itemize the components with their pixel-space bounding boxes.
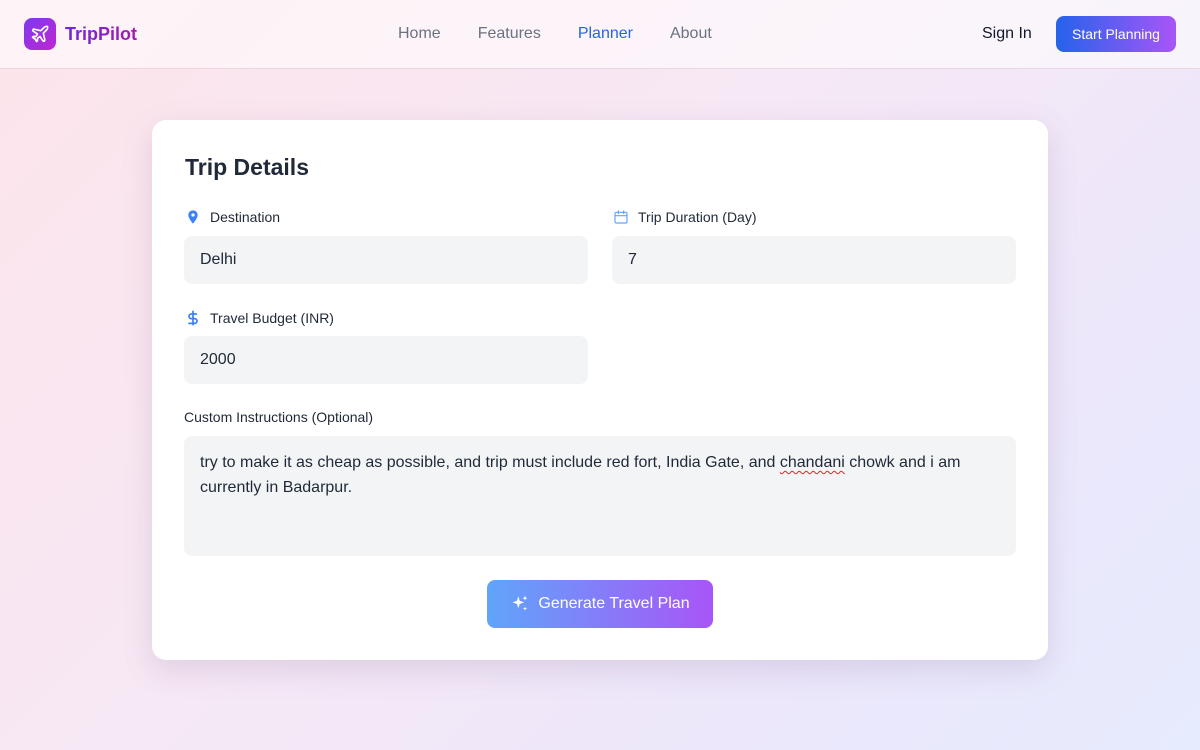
sparkles-icon bbox=[512, 595, 528, 611]
destination-label: Destination bbox=[185, 208, 280, 226]
nav-home[interactable]: Home bbox=[398, 24, 441, 44]
calendar-icon bbox=[614, 210, 628, 224]
instructions-misspelled-word: chandani bbox=[779, 454, 845, 471]
budget-input[interactable]: 2000 bbox=[184, 336, 588, 384]
map-pin-icon bbox=[188, 210, 198, 224]
destination-input[interactable]: Delhi bbox=[184, 236, 588, 284]
start-planning-button[interactable]: Start Planning bbox=[1056, 16, 1176, 52]
duration-label-text: Trip Duration (Day) bbox=[638, 209, 757, 225]
card-title: Trip Details bbox=[185, 154, 309, 180]
brand-name: TripPilot bbox=[65, 23, 137, 44]
nav-features[interactable]: Features bbox=[478, 24, 541, 44]
destination-label-text: Destination bbox=[210, 209, 281, 225]
generate-travel-plan-button[interactable]: Generate Travel Plan bbox=[487, 580, 713, 628]
nav-planner[interactable]: Planner bbox=[578, 24, 633, 44]
brand[interactable]: TripPilot bbox=[24, 18, 137, 50]
plane-icon bbox=[24, 18, 56, 50]
budget-label: Travel Budget (INR) bbox=[185, 308, 334, 328]
instructions-textarea[interactable]: try to make it as cheap as possible, and… bbox=[184, 436, 1016, 556]
sign-in-link[interactable]: Sign In bbox=[982, 24, 1032, 44]
trip-details-card: Trip Details Destination Delhi Trip Dura… bbox=[152, 120, 1048, 660]
instructions-label: Custom Instructions (Optional) bbox=[184, 408, 373, 426]
top-navbar: TripPilot Home Features Planner About Si… bbox=[0, 0, 1200, 69]
instructions-text-part-1: try to make it as cheap as possible, and… bbox=[200, 454, 780, 471]
budget-label-text: Travel Budget (INR) bbox=[210, 310, 334, 326]
main-nav: Home Features Planner About bbox=[398, 24, 749, 44]
instructions-label-text: Custom Instructions (Optional) bbox=[184, 409, 374, 425]
duration-label: Trip Duration (Day) bbox=[613, 208, 757, 226]
dollar-icon bbox=[188, 310, 198, 326]
nav-about[interactable]: About bbox=[670, 24, 712, 44]
generate-button-label: Generate Travel Plan bbox=[538, 595, 690, 612]
duration-input[interactable]: 7 bbox=[612, 236, 1016, 284]
